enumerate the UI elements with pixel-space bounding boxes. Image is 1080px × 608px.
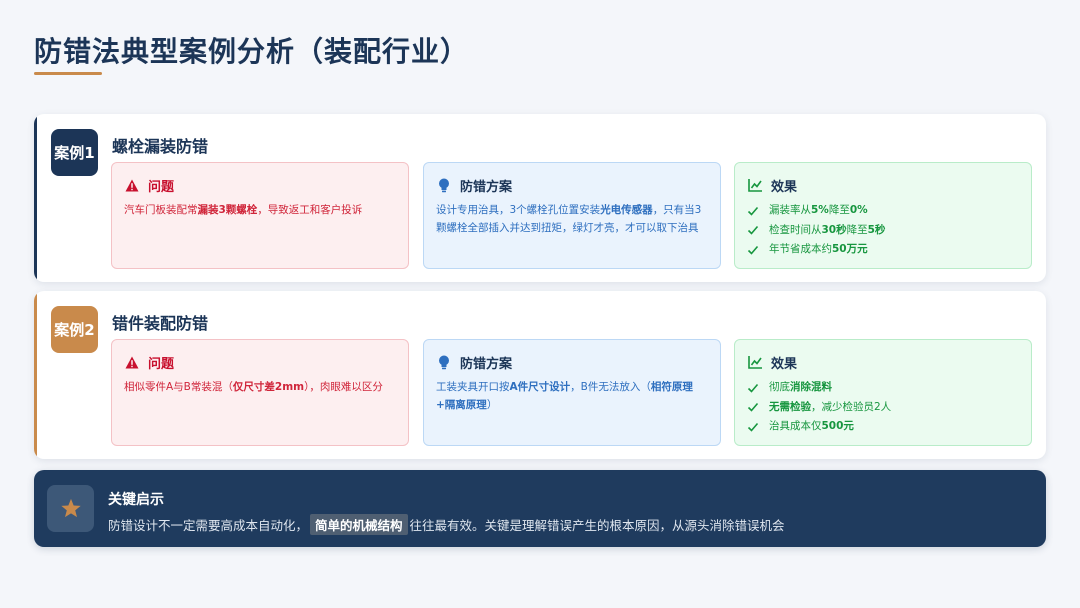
case-title: 螺栓漏装防错 [112,137,209,156]
case-card-2: 案例2 错件装配防错 问题 相似零件A与B常装混（仅尺寸差2mm），肉眼难以区分… [34,291,1046,459]
check-icon [747,244,759,256]
case-title: 错件装配防错 [112,314,209,333]
effect-box: 效果 漏装率从 5% 降至 0% 检查时间从 30秒 降至 5秒 年节省成本约 50万元 [734,162,1032,269]
effect-item: 漏装率从 5% 降至 0% [747,201,1021,221]
warning-icon [124,177,140,193]
problem-box: 问题 汽车门板装配常漏装3颗螺栓，导致返工和客户投诉 [111,162,409,269]
insight-title: 关键启示 [108,492,164,508]
effect-item: 年节省成本约 50万元 [747,240,1021,260]
lightbulb-icon [436,177,452,193]
problem-text: 汽车门板装配常漏装3颗螺栓，导致返工和客户投诉 [124,204,363,216]
title-underline [34,72,102,75]
warning-icon [124,354,140,370]
solution-text: 设计专用治具，3个螺栓孔位置安装光电传感器，只有当3颗螺栓全部插入并达到扭矩，绿… [436,204,702,234]
case-card-1: 案例1 螺栓漏装防错 问题 汽车门板装配常漏装3颗螺栓，导致返工和客户投诉 防错… [34,114,1046,282]
problem-box: 问题 相似零件A与B常装混（仅尺寸差2mm），肉眼难以区分 [111,339,409,446]
effect-item: 检查时间从 30秒 降至 5秒 [747,221,1021,241]
chart-line-icon [747,354,763,370]
check-icon [747,382,759,394]
effect-label: 效果 [771,356,798,372]
solution-label: 防错方案 [460,179,513,195]
effect-box: 效果 彻底 消除混料 无需检验 ，减少检验员2人 治具成本仅 500元 [734,339,1032,446]
insight-highlight: 简单的机械结构 [310,514,408,535]
check-icon [747,421,759,433]
problem-label: 问题 [148,179,175,195]
solution-box: 防错方案 设计专用治具，3个螺栓孔位置安装光电传感器，只有当3颗螺栓全部插入并达… [423,162,721,269]
key-insight-banner: 关键启示 防错设计不一定需要高成本自动化， 简单的机械结构 往往最有效。关键是理解错… [34,470,1046,547]
star-icon [47,485,94,532]
insight-text: 防错设计不一定需要高成本自动化， 简单的机械结构 往往最有效。关键是理解错误产生的根… [108,514,785,535]
effect-item: 无需检验 ，减少检验员2人 [747,398,1021,418]
problem-label: 问题 [148,356,175,372]
page-title: 防错法典型案例分析（装配行业） [34,35,470,68]
check-icon [747,205,759,217]
chart-line-icon [747,177,763,193]
lightbulb-icon [436,354,452,370]
check-icon [747,224,759,236]
effect-item: 治具成本仅 500元 [747,417,1021,437]
effect-item: 彻底 消除混料 [747,378,1021,398]
case-badge: 案例1 [51,129,98,176]
solution-box: 防错方案 工装夹具开口按A件尺寸设计，B件无法放入（相符原理+隔离原理） [423,339,721,446]
solution-label: 防错方案 [460,356,513,372]
case-accent-bar [34,114,37,282]
effect-label: 效果 [771,179,798,195]
problem-text: 相似零件A与B常装混（仅尺寸差2mm），肉眼难以区分 [124,381,383,393]
case-badge: 案例2 [51,306,98,353]
case-accent-bar [34,291,37,459]
solution-text: 工装夹具开口按A件尺寸设计，B件无法放入（相符原理+隔离原理） [436,381,693,411]
check-icon [747,401,759,413]
